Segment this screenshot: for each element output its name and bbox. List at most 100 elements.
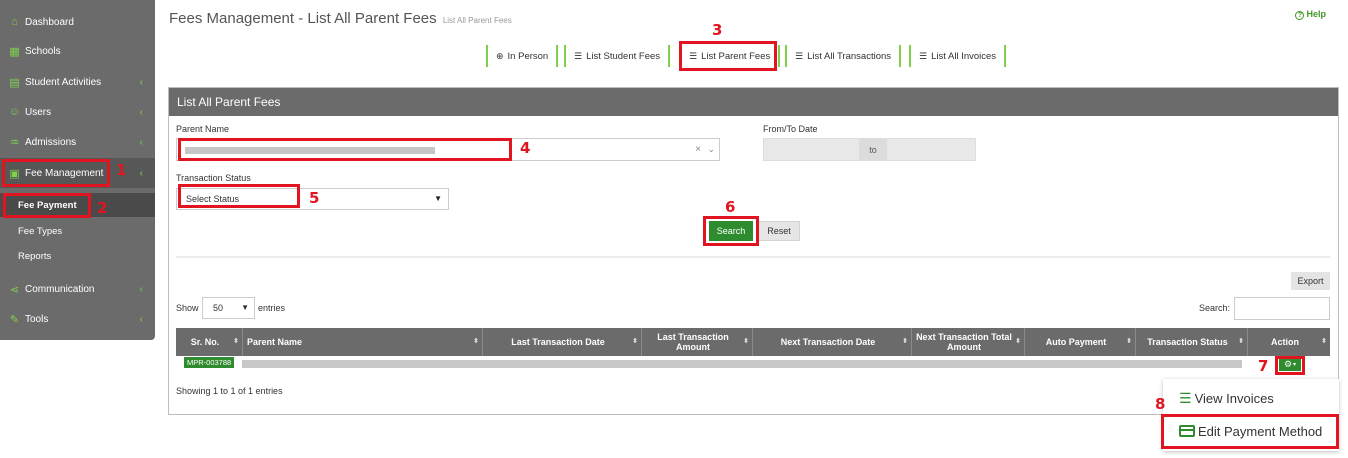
redacted-row-data bbox=[242, 360, 1242, 368]
clear-icon[interactable]: × bbox=[695, 144, 701, 155]
column-header-label: Action bbox=[1271, 337, 1299, 347]
list-icon: ☰ bbox=[795, 50, 804, 61]
sidebar-item-schools[interactable]: ▦ Schools bbox=[0, 36, 155, 66]
column-header-label: Next Transaction Date bbox=[780, 337, 876, 347]
annotation-box-5 bbox=[178, 184, 300, 208]
sort-icon: ⬍ bbox=[233, 338, 239, 345]
sort-icon: ⬍ bbox=[632, 338, 638, 345]
sort-icon: ⬍ bbox=[743, 338, 749, 345]
annotation-box-6 bbox=[703, 216, 759, 246]
table-search-label: Search: bbox=[1199, 303, 1231, 313]
table-header: Sr. No. ⬍ Parent Name ⬍ Last Transaction D… bbox=[176, 328, 1330, 356]
sidebar-subitem-fee-types[interactable]: Fee Types bbox=[0, 219, 155, 243]
app-window: ⌂ Dashboard ▦ Schools ▤ Student Activiti… bbox=[0, 0, 1348, 458]
annotation-box-4 bbox=[178, 138, 512, 161]
annotation-box-8 bbox=[1161, 414, 1339, 449]
list-icon: ☰ bbox=[574, 50, 583, 61]
sort-icon: ⬍ bbox=[1238, 338, 1244, 345]
tab-list-student-fees[interactable]: ☰ List Student Fees bbox=[564, 45, 671, 67]
annotation-number-4: 4 bbox=[520, 139, 531, 157]
tab-list-all-invoices[interactable]: ☰ List All Invoices bbox=[909, 45, 1007, 67]
column-header-label: Sr. No. bbox=[190, 337, 220, 347]
annotation-number-1: 1 bbox=[116, 161, 127, 179]
sidebar-item-communication[interactable]: ⋖ Communication ‹ bbox=[0, 274, 155, 304]
sidebar-item-label: Schools bbox=[25, 45, 61, 57]
menu-item-label: View Invoices bbox=[1194, 390, 1274, 406]
list-icon: ☰ bbox=[1179, 389, 1192, 406]
sidebar-item-label: Admissions bbox=[25, 136, 77, 148]
column-header-transaction-status[interactable]: Transaction Status ⬍ bbox=[1136, 328, 1248, 356]
table-info: Showing 1 to 1 of 1 entries bbox=[176, 386, 283, 396]
home-icon: ⌂ bbox=[11, 16, 18, 28]
column-header-last-transaction-date[interactable]: Last Transaction Date ⬍ bbox=[483, 328, 642, 356]
sidebar-item-users[interactable]: ☺ Users ‹ bbox=[0, 97, 155, 127]
tab-label: List Student Fees bbox=[586, 50, 661, 62]
building-icon: ▦ bbox=[9, 45, 20, 58]
annotation-box-2 bbox=[3, 193, 91, 218]
calendar-icon: ▤ bbox=[9, 76, 20, 89]
column-header-next-transaction-total-amount[interactable]: Next Transaction Total Amount ⬍ bbox=[912, 328, 1025, 356]
tab-list-all-transactions[interactable]: ☰ List All Transactions bbox=[785, 45, 902, 67]
page-title-text: Fees Management - List All Parent Fees bbox=[169, 10, 437, 27]
sidebar-item-dashboard[interactable]: ⌂ Dashboard bbox=[0, 7, 155, 37]
sidebar-item-label: Communication bbox=[25, 283, 95, 295]
column-header-sr-no[interactable]: Sr. No. ⬍ bbox=[176, 328, 243, 356]
sidebar-item-tools[interactable]: ✎ Tools ‹ bbox=[0, 304, 155, 334]
chevron-left-icon: ‹ bbox=[139, 76, 143, 88]
column-header-last-transaction-amount[interactable]: Last Transaction Amount ⬍ bbox=[642, 328, 753, 356]
sidebar-subitem-label: Fee Types bbox=[18, 225, 63, 237]
export-button[interactable]: Export bbox=[1291, 272, 1330, 290]
table-search-input[interactable] bbox=[1234, 297, 1330, 320]
chevron-left-icon: ‹ bbox=[139, 283, 143, 295]
parent-name-label: Parent Name bbox=[176, 124, 230, 134]
menu-item-view-invoices[interactable]: ☰ View Invoices bbox=[1179, 388, 1274, 408]
tab-in-person[interactable]: ⊕ In Person bbox=[486, 45, 559, 67]
panel-header: List All Parent Fees bbox=[169, 88, 1338, 116]
sort-icon: ⬍ bbox=[1321, 338, 1327, 345]
sort-icon: ⬍ bbox=[473, 338, 479, 345]
help-icon: ? bbox=[1295, 11, 1305, 20]
annotation-box-7 bbox=[1275, 356, 1305, 375]
annotation-number-7: 7 bbox=[1258, 357, 1269, 375]
sidebar-item-student-activities[interactable]: ▤ Student Activities ‹ bbox=[0, 67, 155, 97]
tab-label: In Person bbox=[507, 50, 549, 62]
page-subtitle: List All Parent Fees bbox=[442, 16, 512, 25]
annotation-number-5: 5 bbox=[309, 189, 320, 207]
caret-down-icon: ▼ bbox=[241, 303, 249, 312]
table-row: MPR-003788 ⚙ ▾ bbox=[176, 356, 1330, 372]
record-id-badge[interactable]: MPR-003788 bbox=[184, 357, 235, 368]
chevron-down-icon[interactable]: ⌄ bbox=[707, 144, 715, 155]
date-range-field[interactable]: to bbox=[763, 138, 976, 161]
caret-down-icon: ▼ bbox=[434, 194, 442, 203]
help-link[interactable]: ? Help bbox=[1295, 9, 1326, 20]
users-icon: ☺ bbox=[8, 106, 21, 118]
sort-icon: ⬍ bbox=[902, 338, 908, 345]
reset-button[interactable]: Reset bbox=[758, 221, 800, 241]
date-range-separator: to bbox=[859, 139, 887, 160]
entries-label: entries bbox=[258, 303, 286, 313]
annotation-number-8: 8 bbox=[1155, 395, 1166, 413]
entries-value: 50 bbox=[213, 303, 224, 313]
sidebar-item-label: Tools bbox=[25, 313, 49, 325]
sidebar-item-admissions[interactable]: ♒ Admissions ‹ bbox=[0, 127, 155, 157]
help-label: Help bbox=[1306, 9, 1326, 19]
sort-icon: ⬍ bbox=[1126, 338, 1132, 345]
transaction-status-label: Transaction Status bbox=[176, 173, 251, 183]
column-header-auto-payment[interactable]: Auto Payment ⬍ bbox=[1025, 328, 1136, 356]
sidebar-subitem-reports[interactable]: Reports bbox=[0, 244, 155, 268]
annotation-number-3: 3 bbox=[712, 21, 723, 39]
chevron-left-icon: ‹ bbox=[139, 313, 143, 325]
tab-label: List All Invoices bbox=[931, 50, 997, 62]
column-header-next-transaction-date[interactable]: Next Transaction Date ⬍ bbox=[753, 328, 912, 356]
column-header-action[interactable]: Action ⬍ bbox=[1248, 328, 1330, 356]
chevron-left-icon: ‹ bbox=[139, 106, 143, 118]
annotation-box-1 bbox=[2, 159, 110, 187]
column-header-label: Parent Name bbox=[247, 337, 303, 347]
share-icon: ⋖ bbox=[9, 283, 20, 296]
column-header-parent-name[interactable]: Parent Name ⬍ bbox=[243, 328, 483, 356]
sidebar-item-label: Dashboard bbox=[25, 16, 74, 28]
divider bbox=[176, 256, 1330, 258]
entries-select[interactable]: 50 ▼ bbox=[202, 297, 255, 319]
column-header-label: Next Transaction Total Amount bbox=[916, 332, 1012, 352]
date-range-label: From/To Date bbox=[763, 124, 818, 134]
